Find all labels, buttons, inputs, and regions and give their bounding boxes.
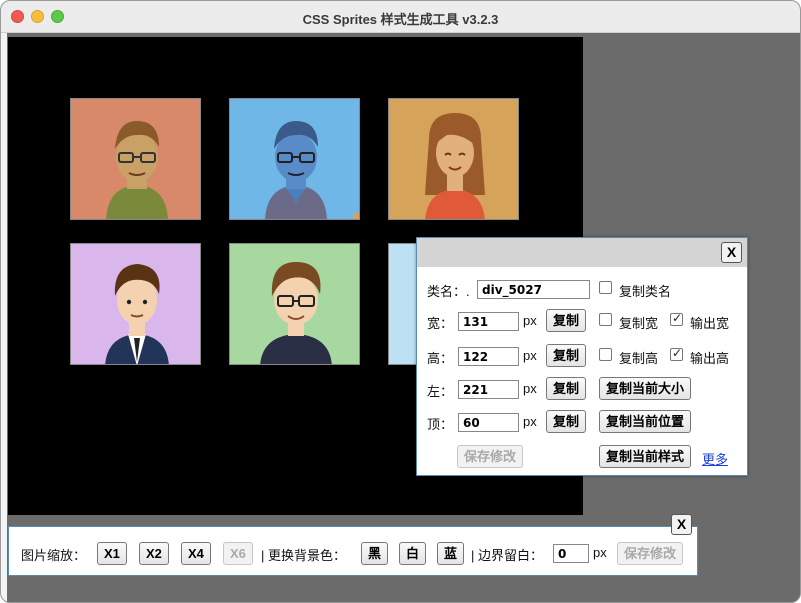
avatar-man-glasses-icon <box>71 99 200 219</box>
copy-top-button[interactable]: 复制 <box>546 410 587 433</box>
background-label: | 更换背景色： <box>261 548 346 563</box>
workspace-edge <box>1 33 7 602</box>
left-unit: px <box>523 381 537 396</box>
height-input[interactable] <box>458 347 519 366</box>
zoom-x4-button[interactable]: X4 <box>181 542 211 565</box>
close-toolbar-button[interactable]: X <box>671 514 692 535</box>
width-label: 宽： <box>427 316 454 331</box>
margin-unit: px <box>593 545 607 560</box>
copy-height-checkbox[interactable] <box>599 348 612 361</box>
zoom-label: 图片缩放： <box>21 548 87 563</box>
class-name-label: 类名：. <box>427 284 470 299</box>
top-label: 顶： <box>427 417 454 432</box>
sprite-tile-5[interactable] <box>229 243 360 365</box>
zoom-x6-button[interactable]: X6 <box>223 542 253 565</box>
copy-class-checkbox[interactable] <box>599 281 612 294</box>
more-link[interactable]: 更多 <box>702 449 728 468</box>
close-dialog-button[interactable]: X <box>721 242 742 263</box>
output-width-label: 输出宽 <box>690 316 730 331</box>
copy-current-style-button[interactable]: 复制当前样式 <box>599 445 692 468</box>
copy-width-checkbox[interactable] <box>599 313 612 326</box>
sprite-tile-4[interactable] <box>70 243 201 365</box>
bg-black-button[interactable]: 黑 <box>361 542 389 565</box>
sprite-tile-2[interactable] <box>229 98 360 220</box>
sprite-tile-1[interactable] <box>70 98 201 220</box>
copy-height-button[interactable]: 复制 <box>546 344 587 367</box>
output-height-label: 输出高 <box>690 351 730 366</box>
bg-white-button[interactable]: 白 <box>399 542 427 565</box>
top-input[interactable] <box>458 413 519 432</box>
copy-current-position-button[interactable]: 复制当前位置 <box>599 410 692 433</box>
window-title: CSS Sprites 样式生成工具 v3.2.3 <box>302 12 499 27</box>
avatar-woman-icon <box>389 99 518 219</box>
avatar-man-suit-icon <box>71 244 200 364</box>
top-unit: px <box>523 414 537 429</box>
bottom-toolbar: 图片缩放： X1 X2 X4 X6 | 更换背景色： 黑 白 蓝 | 边界留白：… <box>8 526 698 576</box>
height-unit: px <box>523 348 537 363</box>
avatar-man-glasses-icon <box>230 244 359 364</box>
margin-label: | 边界留白： <box>471 548 543 563</box>
sprite-properties-dialog: X 类名：. 复制类名 宽： px 复制 复制宽 输出宽 高： px 复制 复制… <box>416 237 748 476</box>
copy-width-label: 复制宽 <box>619 316 659 331</box>
left-input[interactable] <box>458 380 519 399</box>
copy-class-label: 复制类名 <box>619 284 672 299</box>
class-name-input[interactable] <box>477 280 590 299</box>
width-unit: px <box>523 313 537 328</box>
copy-left-button[interactable]: 复制 <box>546 377 587 400</box>
width-input[interactable] <box>458 312 519 331</box>
avatar-man-glasses-icon <box>230 99 359 219</box>
title-bar: CSS Sprites 样式生成工具 v3.2.3 <box>1 1 800 33</box>
copy-width-button[interactable]: 复制 <box>546 309 587 332</box>
margin-input[interactable] <box>553 544 589 563</box>
output-width-checkbox[interactable] <box>670 311 683 326</box>
toolbar-save-button[interactable]: 保存修改 <box>617 542 684 565</box>
output-height-checkbox[interactable] <box>670 346 683 361</box>
height-label: 高： <box>427 351 454 366</box>
sprite-tile-3[interactable] <box>388 98 519 220</box>
app-window: CSS Sprites 样式生成工具 v3.2.3 X 类名：. div_502… <box>0 0 801 603</box>
zoom-x1-button[interactable]: X1 <box>97 542 127 565</box>
dialog-header: X <box>417 238 747 267</box>
copy-current-size-button[interactable]: 复制当前大小 <box>599 377 692 400</box>
zoom-x2-button[interactable]: X2 <box>139 542 169 565</box>
bg-blue-button[interactable]: 蓝 <box>437 542 465 565</box>
left-label: 左： <box>427 384 454 399</box>
copy-height-label: 复制高 <box>619 351 659 366</box>
save-changes-button[interactable]: 保存修改 <box>457 445 524 468</box>
